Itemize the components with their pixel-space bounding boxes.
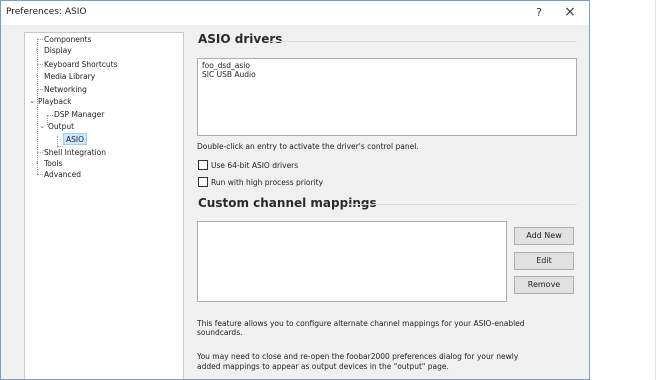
- list-item-driver[interactable]: foo_dsd_asio: [202, 61, 250, 70]
- reopen-info-line1: You may need to close and re-open the fo…: [197, 352, 519, 361]
- divider: [347, 204, 577, 205]
- mapping-info-line2: soundcards.: [197, 328, 243, 337]
- custom-mappings-heading: Custom channel mappings: [198, 196, 377, 210]
- window-title: Preferences: ASIO: [6, 7, 87, 17]
- tree-item-components[interactable]: Components: [44, 34, 91, 45]
- list-item-driver[interactable]: SIC USB Audio: [202, 70, 256, 79]
- preferences-window: Preferences: ASIO ? × Components › Displ…: [0, 0, 590, 380]
- help-button[interactable]: ?: [528, 3, 550, 22]
- tree-stub: [47, 115, 53, 116]
- preferences-tree[interactable]: Components › Display Keyboard Shortcuts …: [24, 32, 184, 379]
- driver-hint-text: Double-click an entry to activate the dr…: [197, 142, 419, 151]
- tree-item-advanced[interactable]: Advanced: [44, 169, 81, 180]
- tree-item-playback[interactable]: Playback: [38, 96, 71, 107]
- edit-button[interactable]: Edit: [514, 252, 574, 270]
- divider: [655, 0, 656, 380]
- high-priority-checkbox[interactable]: [198, 177, 208, 187]
- divider: [271, 41, 577, 42]
- tree-item-media-library[interactable]: Media Library: [44, 71, 95, 82]
- title-bar: Preferences: ASIO ? ×: [1, 1, 589, 25]
- use-64bit-label[interactable]: Use 64-bit ASIO drivers: [211, 161, 298, 170]
- chevron-right-icon[interactable]: ›: [33, 45, 41, 56]
- asio-drivers-heading: ASIO drivers: [198, 32, 283, 46]
- tree-item-asio[interactable]: ASIO: [63, 133, 88, 145]
- mapping-info-line1: This feature allows you to configure alt…: [197, 319, 525, 328]
- use-64bit-checkbox[interactable]: [198, 160, 208, 170]
- reopen-info-line2: added mappings to appear as output devic…: [197, 362, 449, 371]
- tree-item-shell-integration[interactable]: Shell Integration: [44, 147, 106, 158]
- tree-stub: [37, 89, 43, 90]
- tree-item-networking[interactable]: Networking: [44, 84, 87, 95]
- add-new-button[interactable]: Add New: [514, 227, 574, 245]
- high-priority-label[interactable]: Run with high process priority: [211, 178, 323, 187]
- chevron-right-icon[interactable]: ›: [33, 158, 41, 169]
- tree-stub: [37, 64, 43, 65]
- chevron-right-icon[interactable]: ›: [33, 71, 41, 82]
- tree-stub: [37, 152, 43, 153]
- tree-stub: [37, 39, 43, 40]
- tree-item-dsp-manager[interactable]: DSP Manager: [54, 109, 104, 120]
- close-button[interactable]: ×: [559, 3, 581, 22]
- tree-item-output[interactable]: Output: [48, 121, 74, 132]
- asio-driver-list[interactable]: foo_dsd_asio SIC USB Audio: [197, 58, 577, 136]
- chevron-down-icon[interactable]: ⌄: [38, 121, 46, 132]
- chevron-down-icon[interactable]: ⌄: [28, 96, 36, 107]
- tree-item-display[interactable]: Display: [44, 45, 72, 56]
- channel-mapping-list[interactable]: [197, 221, 507, 302]
- tree-stub: [37, 174, 43, 175]
- remove-button[interactable]: Remove: [514, 276, 574, 294]
- tree-item-tools[interactable]: Tools: [44, 158, 62, 169]
- tree-item-keyboard-shortcuts[interactable]: Keyboard Shortcuts: [44, 59, 118, 70]
- tree-guide-line: [57, 136, 58, 146]
